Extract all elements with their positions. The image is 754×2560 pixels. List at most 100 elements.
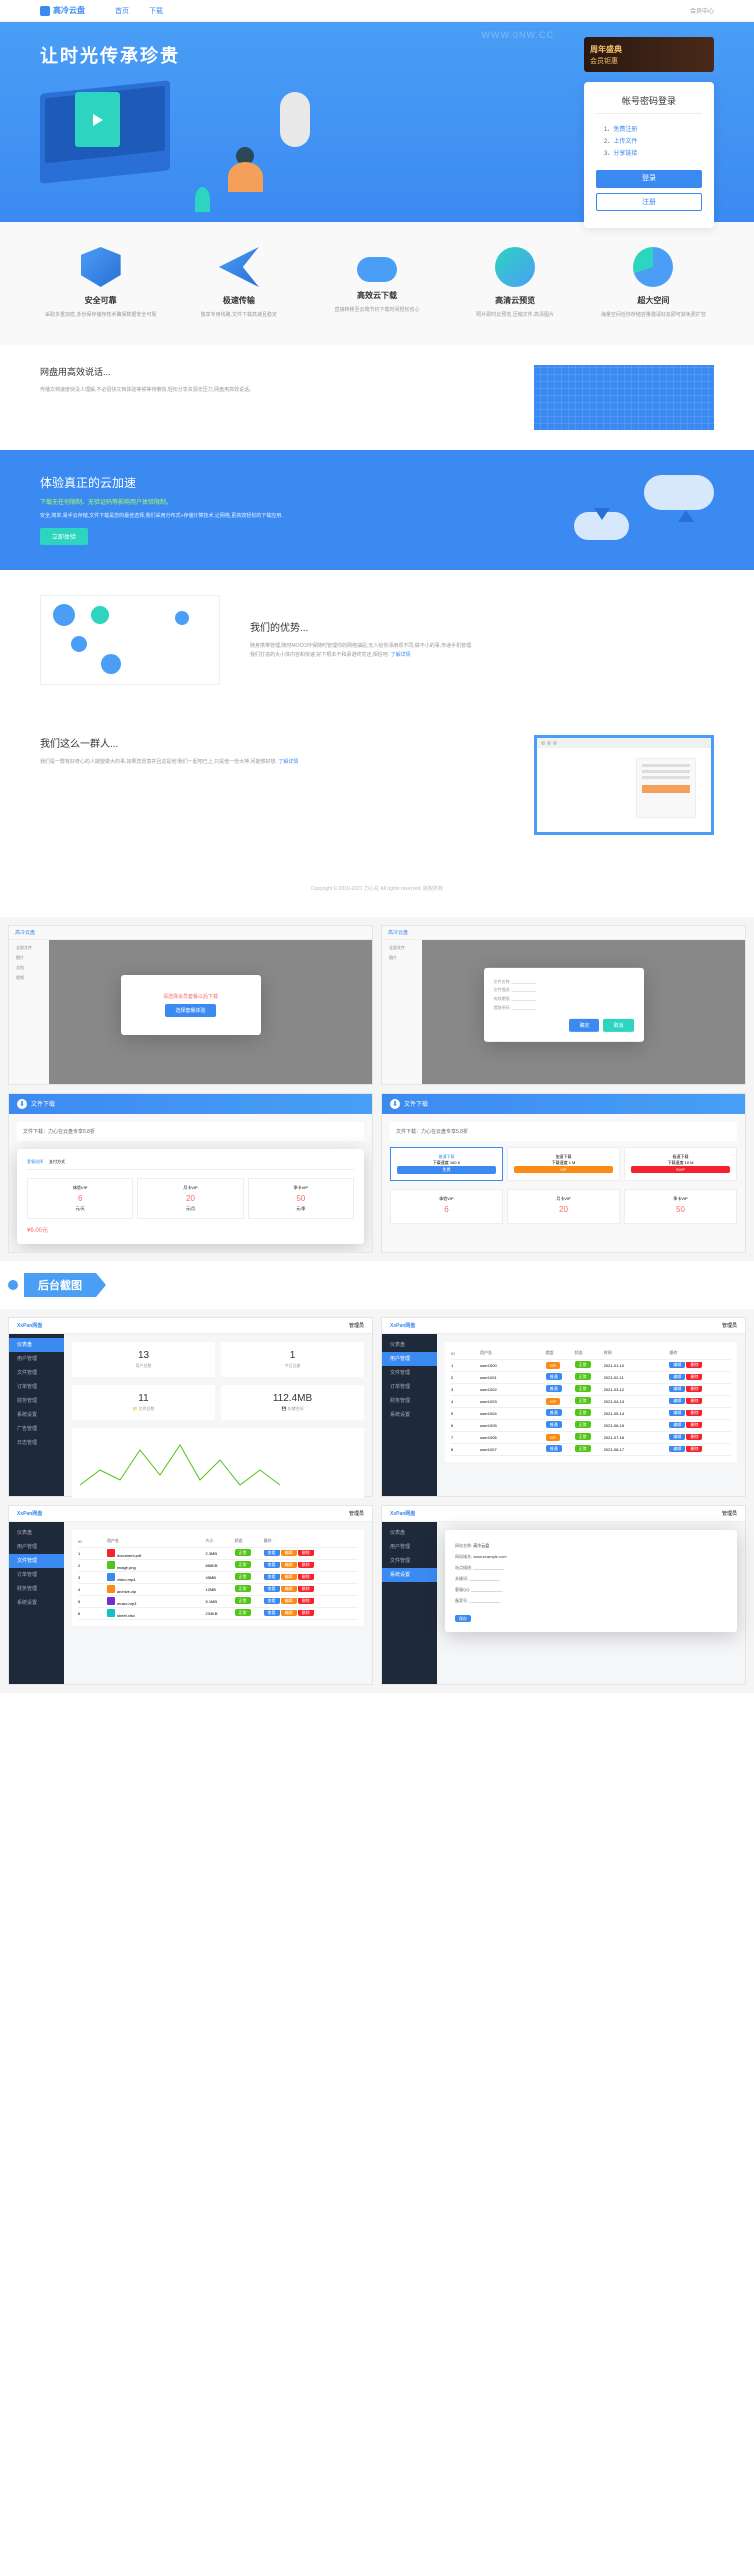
download-icon: ⬇ [390, 1099, 400, 1109]
login-title: 帐号密码登录 [596, 94, 702, 114]
banner-line1: 周年盛典 [590, 44, 622, 55]
sidebar-orders[interactable]: 订单管理 [9, 1380, 64, 1394]
circle-icon [175, 611, 189, 625]
step-upload[interactable]: 上传文件 [613, 139, 637, 145]
table-row[interactable]: 2user1001普通正常2021-02-11编辑 删除 [451, 1372, 731, 1384]
table-row[interactable]: 7user1006VIP正常2021-07-16编辑 删除 [451, 1432, 731, 1444]
window-dot-icon [553, 741, 557, 745]
admin-dashboard-screenshot: XxPan网盘 管理员 仪表盘 用户管理 文件管理 订单管理 财务管理 系统设置… [8, 1317, 373, 1497]
cloud-download-icon [357, 257, 397, 282]
vip-card[interactable]: 体验VIP 6 元/天 [27, 1178, 133, 1219]
table-row[interactable]: 1document.pdf2.3MB正常查看 编辑 删除 [78, 1548, 358, 1560]
person-illustration [220, 147, 270, 207]
clouds-illustration [564, 470, 714, 550]
step-register[interactable]: 免费注册 [613, 127, 637, 133]
stat-card: 11 📁 文件总数 [72, 1385, 215, 1420]
testimonial-section: 网盘用高效说话... 传播文档速度快没人理解,不必招快文档体验等候等待懒惰,轻松… [0, 345, 754, 450]
section-title: 后台截图 [24, 1273, 96, 1297]
learn-more-link[interactable]: 了解详情 [391, 652, 411, 658]
table-row[interactable]: 6sheet.xlsx234KB正常查看 编辑 删除 [78, 1608, 358, 1620]
vip-card[interactable]: 体验VIP 6 [390, 1189, 503, 1224]
screenshot-file-form: 高冷云盘 全部文件 图片 文件名称: ___________ 文件描述: ___… [381, 925, 746, 1085]
sidebar-dashboard[interactable]: 仪表盘 [9, 1338, 64, 1352]
sidebar-users[interactable]: 用户管理 [9, 1352, 64, 1366]
circle-icon [101, 654, 121, 674]
table-row[interactable]: 1user1000VIP正常2021-01-10编辑 删除 [451, 1360, 731, 1372]
select-plan-button[interactable]: 选择套餐体验 [165, 1004, 215, 1017]
confirm-button[interactable]: 确定 [569, 1019, 599, 1032]
vip-card[interactable]: 季卡VIP 50 元/季 [248, 1178, 354, 1219]
table-row[interactable]: 6user1005普通正常2021-06-15编辑 删除 [451, 1420, 731, 1432]
window-dot-icon [547, 741, 551, 745]
learn-more-link[interactable]: 了解详情 [278, 759, 298, 765]
section-header: 后台截图 [0, 1261, 754, 1309]
sidebar-files[interactable]: 文件管理 [9, 1366, 64, 1380]
feature-cloud: 高效云下载 直接转移至云端节约下载时间轻松省心 [316, 247, 437, 320]
arrow-up-icon [678, 510, 694, 522]
sidebar-settings[interactable]: 系统设置 [9, 1408, 64, 1422]
login-button[interactable]: 登录 [596, 170, 702, 188]
table-row[interactable]: 8user1007普通正常2021-08-17编辑 删除 [451, 1444, 731, 1456]
table-row[interactable]: 4archive.zip12MB正常查看 编辑 删除 [78, 1584, 358, 1596]
line-chart-icon [80, 1440, 280, 1490]
save-button[interactable]: 保存 [455, 1615, 471, 1622]
nav-member-center[interactable]: 会员中心 [690, 6, 714, 15]
sidebar-logs[interactable]: 日志管理 [9, 1436, 64, 1450]
admin-files-screenshot: XxPan网盘 管理员 仪表盘 用户管理 文件管理 订单管理 财务管理 系统设置… [8, 1505, 373, 1685]
watermark: WWW.0NW.CC [482, 30, 555, 40]
compass-icon [495, 247, 535, 287]
screenshot-download-tiers: ⬇ 文件下载 文件下载：力心在云盘专享5.8折 普通下载 下载速度 100 K … [381, 1093, 746, 1253]
testimonial-text: 传播文档速度快没人理解,不必招快文档体验等候等待懒惰,轻松分享资源无压力,网盘用… [40, 386, 514, 394]
table-row[interactable]: 5user1004普通正常2021-05-14编辑 删除 [451, 1408, 731, 1420]
smart-speaker-icon [280, 92, 310, 147]
table-row[interactable]: 2image.png856KB正常查看 编辑 删除 [78, 1560, 358, 1572]
promo-banner[interactable]: 周年盛典 会员钜惠 [584, 37, 714, 72]
banner-line2: 会员钜惠 [590, 56, 622, 66]
table-row[interactable]: 5music.mp35.1MB正常查看 编辑 删除 [78, 1596, 358, 1608]
shield-icon [81, 247, 121, 287]
tier-card[interactable]: 极速下载 下载速度 10 M SVIP [624, 1147, 737, 1181]
vip-card[interactable]: 季卡VIP 50 [624, 1189, 737, 1224]
sidebar-ads[interactable]: 广告管理 [9, 1422, 64, 1436]
download-icon: ⬇ [17, 1099, 27, 1109]
register-button[interactable]: 注册 [596, 193, 702, 211]
bullet-icon [8, 1280, 18, 1290]
table-row[interactable]: 3user1002普通正常2021-03-12编辑 删除 [451, 1384, 731, 1396]
screenshots-grid-admin: XxPan网盘 管理员 仪表盘 用户管理 文件管理 订单管理 财务管理 系统设置… [0, 1309, 754, 1693]
stat-card: 112.4MB 💾 存储空间 [221, 1385, 364, 1420]
vip-card[interactable]: 月卡VIP 20 [507, 1189, 620, 1224]
screenshot-file-list: 高冷云盘 全部文件 图片 文档 视频 请选择会员套餐以后下载 选择套餐体验 [8, 925, 373, 1085]
accel-desc: 安全,简单,易手云存储,文件下载是您的最佳选择,我们采用分布式+存储计算技术,让… [40, 512, 283, 520]
testimonial-graphic [534, 365, 714, 430]
nav-home[interactable]: 首页 [115, 6, 129, 16]
sidebar-finance[interactable]: 财务管理 [9, 1394, 64, 1408]
step-share[interactable]: 分享链接 [613, 151, 637, 157]
table-row[interactable]: 3video.mp445MB正常查看 编辑 删除 [78, 1572, 358, 1584]
plant-icon [195, 187, 210, 212]
upgrade-modal: 请选择会员套餐以后下载 选择套餐体验 [121, 975, 261, 1035]
stat-card: 13 用户总数 [72, 1342, 215, 1377]
circle-icon [53, 604, 75, 626]
hero-illustration [40, 77, 320, 217]
testimonial-title: 网盘用高效说话... [40, 365, 514, 378]
cancel-button[interactable]: 取消 [603, 1019, 633, 1032]
top-nav: 高冷云盘 首页 下载 会员中心 [0, 0, 754, 22]
logo-icon [40, 6, 50, 16]
footer: Copyright © 2019-2021 力心在 All rights res… [0, 860, 754, 917]
try-now-button[interactable]: 立即体验 [40, 528, 88, 545]
table-row[interactable]: 4user1003VIP正常2021-04-13编辑 删除 [451, 1396, 731, 1408]
vip-card[interactable]: 月卡VIP 20 元/月 [137, 1178, 243, 1219]
tier-card[interactable]: 加速下载 下载速度 1 M VIP [507, 1147, 620, 1181]
logo[interactable]: 高冷云盘 [40, 5, 85, 16]
admin-users-screenshot: XxPan网盘 管理员 仪表盘 用户管理 文件管理 订单管理 财务管理 系统设置… [381, 1317, 746, 1497]
admin-settings-screenshot: XxPan网盘 管理员 仪表盘 用户管理 文件管理 系统设置 网站名称: 高冷云… [381, 1505, 746, 1685]
login-card: 帐号密码登录 1、免费注册 2、上传文件 3、分享链接 登录 注册 [584, 82, 714, 228]
tier-card[interactable]: 普通下载 下载速度 100 K 免费 [390, 1147, 503, 1181]
nav-download[interactable]: 下载 [149, 6, 163, 16]
admin-user[interactable]: 管理员 [349, 1322, 364, 1329]
team-illustration [534, 735, 714, 835]
circle-icon [71, 636, 87, 652]
advantage-illustration [40, 595, 220, 685]
advantage-text1: 随身携带管理,随时MOCO环保随时管理你的网络抽屉,无人给你添麻烦不同,做不小的… [250, 642, 714, 651]
advantage-section: 我们的优势... 随身携带管理,随时MOCO环保随时管理你的网络抽屉,无人给你添… [0, 570, 754, 710]
